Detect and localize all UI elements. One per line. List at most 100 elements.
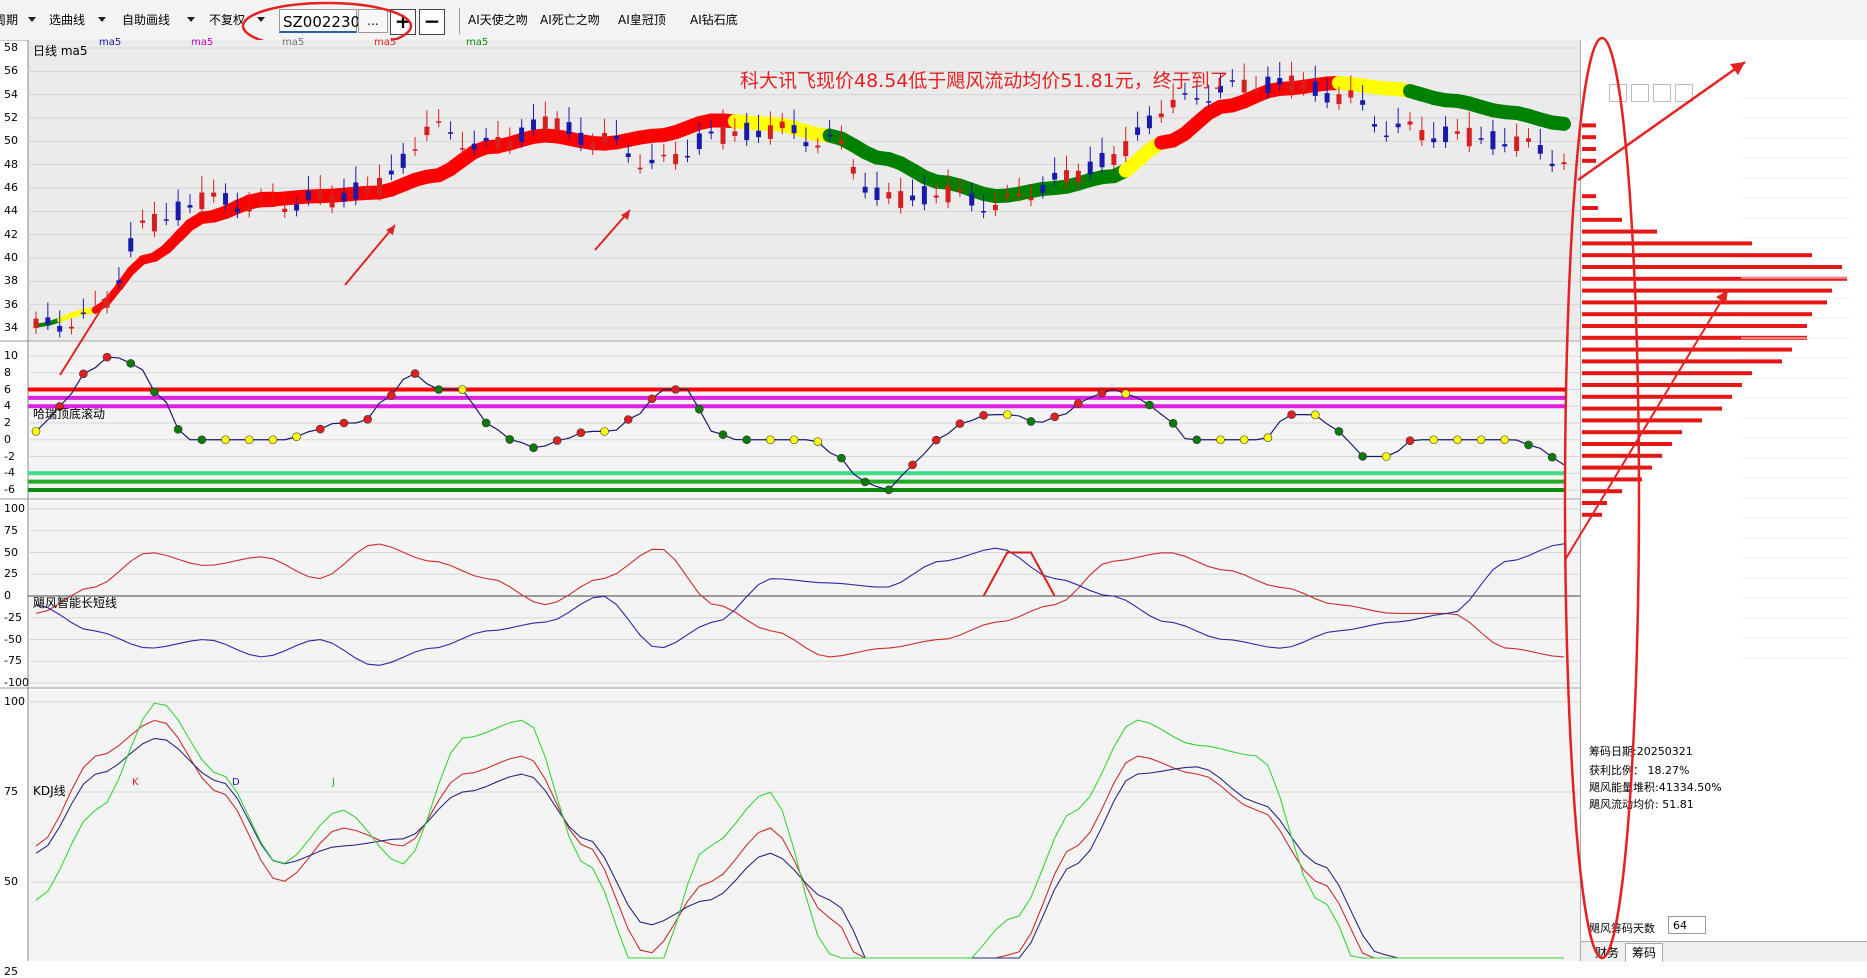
candle-body xyxy=(1336,94,1341,104)
adjust-dropdown-icon[interactable] xyxy=(257,17,265,22)
candle-body xyxy=(424,127,429,135)
chart-canvas[interactable] xyxy=(0,40,1580,961)
hurricane-tick: -100 xyxy=(4,676,29,689)
candle-body xyxy=(176,202,181,221)
price-tick: 58 xyxy=(4,41,18,54)
chip-bar xyxy=(1582,312,1812,316)
stock-code-input[interactable]: SZ002230 xyxy=(279,9,357,33)
candle-body xyxy=(874,188,879,200)
energy-stack: 飓风能量堆积:41334.50% xyxy=(1589,779,1722,795)
chip-bar xyxy=(1582,454,1662,458)
adjust-menu[interactable]: 不复权 xyxy=(209,10,245,30)
candle-body xyxy=(1360,100,1365,104)
candle-body xyxy=(365,186,370,193)
osc-dot xyxy=(529,444,537,452)
hurricane-tick: 25 xyxy=(4,567,18,580)
candle-body xyxy=(661,155,666,157)
toolbar: 周期 选曲线 自助画线 不复权 SZ002230 ... + − AI天使之吻 … xyxy=(0,0,1867,41)
candle-body xyxy=(34,319,39,328)
select-line-menu[interactable]: 选曲线 xyxy=(49,10,85,30)
chip-distribution xyxy=(1581,40,1867,720)
candle-body xyxy=(1135,127,1140,134)
candle-body xyxy=(910,196,915,201)
osc-dot xyxy=(1193,436,1201,444)
candle-body xyxy=(116,280,121,283)
tab-finance[interactable]: 财务 xyxy=(1589,944,1625,962)
ai-diamond-bottom-button[interactable]: AI钻石底 xyxy=(690,10,738,30)
candle-body xyxy=(1419,130,1424,140)
osc-dot xyxy=(103,353,111,361)
candle-body xyxy=(1277,78,1282,85)
candle-body xyxy=(981,211,986,213)
osc-tick: 4 xyxy=(4,399,11,412)
price-tick: 36 xyxy=(4,298,18,311)
candle-body xyxy=(602,133,607,142)
candle-body xyxy=(1562,162,1567,164)
osc-dot xyxy=(1501,436,1509,444)
tab-chips[interactable]: 筹码 xyxy=(1625,943,1663,962)
draw-line-menu[interactable]: 自助画线 xyxy=(122,10,170,30)
candle-body xyxy=(1028,198,1033,200)
candle-body xyxy=(1348,90,1353,97)
candle-body xyxy=(1490,131,1495,149)
hurricane-tick: -25 xyxy=(4,611,22,624)
ma-label-5: ma5 xyxy=(466,37,488,48)
candle-body xyxy=(57,326,62,332)
zoom-in-button[interactable]: + xyxy=(390,9,416,35)
price-annotation: 科大讯飞现价48.54低于飓风流动均价51.81元，终于到了 xyxy=(740,66,1229,93)
candle-body xyxy=(1040,185,1045,193)
candle-body xyxy=(792,125,797,133)
candle-body xyxy=(259,197,264,199)
candle-body xyxy=(1396,124,1401,128)
price-tick: 38 xyxy=(4,274,18,287)
days-input[interactable]: 64 xyxy=(1668,916,1706,934)
draw-line-dropdown-icon[interactable] xyxy=(187,17,195,22)
candle-body xyxy=(1052,173,1057,180)
osc-dot xyxy=(387,392,395,400)
osc-dot xyxy=(1074,399,1082,407)
osc-dot xyxy=(482,419,490,427)
candle-body xyxy=(1443,127,1448,143)
ai-crown-top-button[interactable]: AI皇冠顶 xyxy=(618,10,666,30)
candle-body xyxy=(898,191,903,208)
chip-bar xyxy=(1582,265,1842,269)
osc-dot xyxy=(1169,419,1177,427)
chip-bar xyxy=(1582,501,1607,505)
candle-body xyxy=(330,194,335,208)
osc-tick: -6 xyxy=(4,483,15,496)
period-menu[interactable]: 周期 xyxy=(0,10,18,30)
osc-dot xyxy=(1051,413,1059,421)
kdj-tick: 100 xyxy=(4,695,25,708)
ai-death-kiss-button[interactable]: AI死亡之吻 xyxy=(540,10,600,30)
zoom-out-button[interactable]: − xyxy=(419,9,445,35)
kdj-tick: 75 xyxy=(4,785,18,798)
chip-bar xyxy=(1582,395,1732,399)
osc-tick: -2 xyxy=(4,450,15,463)
osc-dot xyxy=(79,370,87,378)
chip-bar xyxy=(1582,348,1792,352)
candle-body xyxy=(270,199,275,201)
chip-bar xyxy=(1582,206,1598,210)
candle-body xyxy=(1076,171,1081,182)
more-button[interactable]: ... xyxy=(358,9,388,33)
ai-angel-kiss-button[interactable]: AI天使之吻 xyxy=(468,10,528,30)
kdj-panel-label: KDJ线 xyxy=(33,782,66,799)
candle-body xyxy=(199,193,204,210)
osc-dot xyxy=(1145,401,1153,409)
select-line-dropdown-icon[interactable] xyxy=(98,17,106,22)
osc-dot xyxy=(222,436,230,444)
period-dropdown-icon[interactable] xyxy=(28,17,36,22)
candle-body xyxy=(1372,124,1377,127)
candle-body xyxy=(1265,77,1270,93)
candle-body xyxy=(851,167,856,174)
chart-area[interactable]: 日线 ma5 ma5 ma5 ma5 ma5 ma5 科大讯飞现价48.54低于… xyxy=(0,40,1580,961)
candle-body xyxy=(69,327,74,329)
hurricane-tick: -75 xyxy=(4,654,22,667)
chip-bar xyxy=(1582,489,1622,493)
candle-body xyxy=(472,144,477,150)
price-tick: 46 xyxy=(4,181,18,194)
candle-body xyxy=(1514,137,1519,152)
candle-body xyxy=(1384,136,1389,138)
osc-dot xyxy=(1453,436,1461,444)
candle-body xyxy=(567,122,572,134)
